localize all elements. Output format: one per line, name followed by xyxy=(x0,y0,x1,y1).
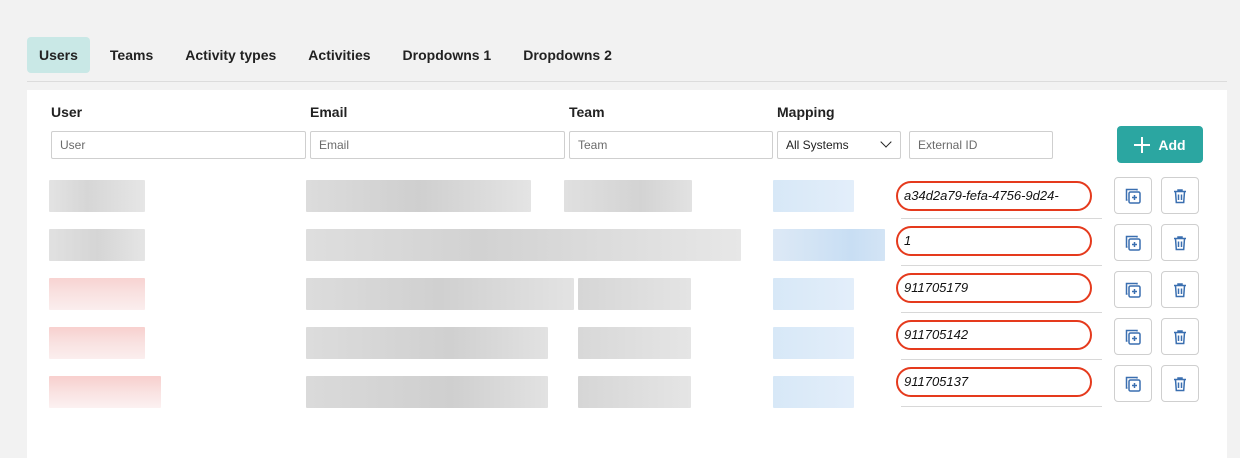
delete-button[interactable] xyxy=(1161,318,1199,355)
delete-button[interactable] xyxy=(1161,177,1199,214)
chevron-down-icon xyxy=(880,136,892,148)
column-header-user: User xyxy=(51,104,83,120)
trash-icon xyxy=(1174,376,1186,391)
redacted-team-cell xyxy=(564,180,692,212)
duplicate-icon xyxy=(1125,376,1141,392)
tab-activities[interactable]: Activities xyxy=(296,37,382,73)
redacted-user-cell xyxy=(49,180,145,212)
redacted-team-cell xyxy=(578,327,691,359)
mapping-system-select[interactable]: All Systems xyxy=(777,131,901,159)
tab-activity-types[interactable]: Activity types xyxy=(173,37,288,73)
email-filter-input[interactable] xyxy=(310,131,565,159)
redacted-team-cell xyxy=(578,278,691,310)
column-header-team: Team xyxy=(569,104,605,120)
external-id-field[interactable]: 1 xyxy=(896,226,1092,256)
trash-icon xyxy=(1174,188,1186,203)
external-id-field[interactable]: a34d2a79-fefa-4756-9d24- xyxy=(896,181,1092,211)
row-divider xyxy=(901,359,1102,360)
redacted-email-cell xyxy=(306,278,574,310)
tab-users[interactable]: Users xyxy=(27,37,90,73)
tab-dropdowns-2[interactable]: Dropdowns 2 xyxy=(511,37,624,73)
add-user-button[interactable]: Add xyxy=(1117,126,1203,163)
external-id-field[interactable]: 911705137 xyxy=(896,367,1092,397)
redacted-user-cell xyxy=(49,376,161,408)
tab-divider xyxy=(27,81,1227,82)
redacted-user-cell xyxy=(49,327,145,359)
delete-button[interactable] xyxy=(1161,271,1199,308)
add-button-label: Add xyxy=(1158,136,1186,153)
team-filter-input[interactable] xyxy=(569,131,773,159)
duplicate-icon xyxy=(1125,282,1141,298)
duplicate-icon xyxy=(1125,235,1141,251)
external-id-field[interactable]: 911705179 xyxy=(896,273,1092,303)
redacted-email-cell xyxy=(306,327,548,359)
redacted-email-cell xyxy=(306,180,531,212)
duplicate-button[interactable] xyxy=(1114,365,1152,402)
redacted-team-cell xyxy=(578,376,691,408)
redacted-mapping-cell xyxy=(773,229,885,261)
row-divider xyxy=(901,312,1102,313)
trash-icon xyxy=(1174,235,1186,250)
duplicate-button[interactable] xyxy=(1114,271,1152,308)
duplicate-button[interactable] xyxy=(1114,224,1152,261)
duplicate-button[interactable] xyxy=(1114,177,1152,214)
tab-teams[interactable]: Teams xyxy=(98,37,165,73)
tab-bar: Users Teams Activity types Activities Dr… xyxy=(27,37,632,73)
trash-icon xyxy=(1174,282,1186,297)
trash-icon xyxy=(1174,329,1186,344)
redacted-mapping-cell xyxy=(773,180,854,212)
delete-button[interactable] xyxy=(1161,365,1199,402)
delete-button[interactable] xyxy=(1161,224,1199,261)
duplicate-icon xyxy=(1125,329,1141,345)
plus-icon xyxy=(1134,136,1151,153)
external-id-filter-input[interactable] xyxy=(909,131,1053,159)
redacted-mapping-cell xyxy=(773,327,854,359)
redacted-mapping-cell xyxy=(773,278,854,310)
duplicate-icon xyxy=(1125,188,1141,204)
redacted-email-cell xyxy=(306,229,741,261)
tab-dropdowns-1[interactable]: Dropdowns 1 xyxy=(391,37,504,73)
redacted-user-cell xyxy=(49,278,145,310)
user-filter-input[interactable] xyxy=(51,131,306,159)
redacted-email-cell xyxy=(306,376,548,408)
duplicate-button[interactable] xyxy=(1114,318,1152,355)
external-id-field[interactable]: 911705142 xyxy=(896,320,1092,350)
column-header-email: Email xyxy=(310,104,348,120)
redacted-user-cell xyxy=(49,229,145,261)
redacted-mapping-cell xyxy=(773,376,854,408)
mapping-select-value: All Systems xyxy=(786,138,849,152)
row-divider xyxy=(901,218,1102,219)
row-divider xyxy=(901,265,1102,266)
column-header-mapping: Mapping xyxy=(777,104,835,120)
row-divider xyxy=(901,406,1102,407)
